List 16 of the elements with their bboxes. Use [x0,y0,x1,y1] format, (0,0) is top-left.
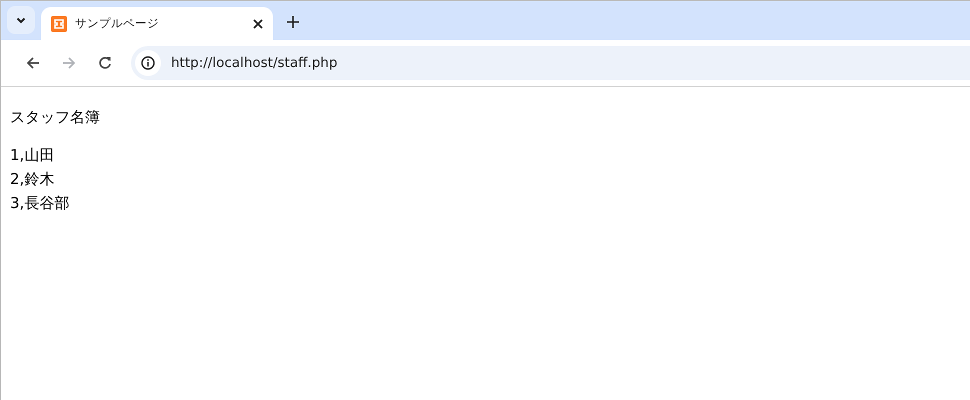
browser-tab[interactable]: サンプルページ [41,7,273,40]
address-bar[interactable]: http://localhost/staff.php [131,46,970,80]
url-text: http://localhost/staff.php [171,55,338,71]
info-icon[interactable] [141,56,155,70]
tab-list-button[interactable] [7,6,35,34]
tab-title: サンプルページ [75,16,160,31]
page-heading: スタッフ名簿 [10,108,101,127]
app-logo-icon [51,16,67,32]
reload-icon[interactable] [98,56,112,70]
close-icon[interactable] [253,18,263,28]
back-arrow-icon[interactable] [26,56,40,70]
staff-entry: 3,長谷部 [10,193,70,214]
chevron-down-icon [16,16,26,24]
staff-entry: 2,鈴木 [10,169,56,190]
new-tab-icon[interactable] [287,16,299,28]
staff-entry: 1,山田 [10,145,56,166]
